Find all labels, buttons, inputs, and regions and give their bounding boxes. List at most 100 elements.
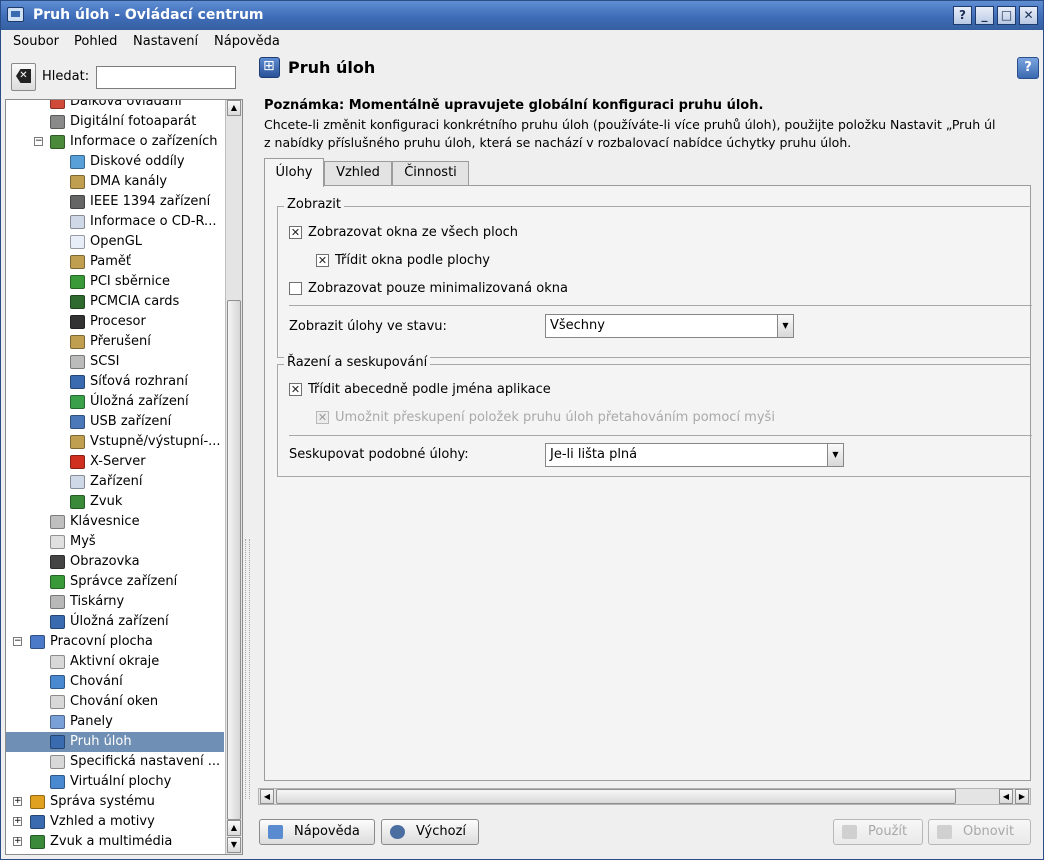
window-specific-icon <box>50 755 65 769</box>
tree-item[interactable]: Digitální fotoaparát <box>6 112 224 132</box>
menu-nastaveni[interactable]: Nastavení <box>133 34 198 49</box>
close-button[interactable]: ✕ <box>1019 6 1038 25</box>
tree-item[interactable]: Tiskárny <box>6 592 224 612</box>
tree-item[interactable]: DMA kanály <box>6 172 224 192</box>
tree-item[interactable]: Aktivní okraje <box>6 652 224 672</box>
tree-item[interactable]: PCI sběrnice <box>6 272 224 292</box>
tab-vzhled[interactable]: Vzhled <box>324 161 392 186</box>
tree-item[interactable]: − Pracovní plocha <box>6 632 224 652</box>
chevron-down-icon[interactable]: ▼ <box>827 444 843 466</box>
title-bar[interactable]: Pruh úloh - Ovládací centrum ? _ □ ✕ <box>1 1 1043 30</box>
tree-item[interactable]: Pruh úloh <box>6 732 224 752</box>
group-similar-select[interactable]: Je-li lišta plná ▼ <box>545 443 844 467</box>
maximize-button[interactable]: □ <box>997 6 1016 25</box>
tree-item[interactable]: Síťová rozhraní <box>6 372 224 392</box>
horizontal-scrollbar[interactable]: ◀ ◀ ▶ <box>258 788 1031 805</box>
tree-item[interactable]: SCSI <box>6 352 224 372</box>
tree-item-label: Tiskárny <box>70 594 125 609</box>
tree-item[interactable]: Úložná zařízení <box>6 612 224 632</box>
panel-splitter[interactable] <box>245 99 250 855</box>
reset-button[interactable]: Obnovit <box>928 819 1031 845</box>
scroll-right-icon[interactable]: ▶ <box>1015 789 1029 804</box>
tree-item-label: DMA kanály <box>90 174 168 189</box>
menu-soubor[interactable]: Soubor <box>13 34 59 49</box>
collapse-icon[interactable]: − <box>34 137 43 146</box>
scroll-left-icon[interactable]: ◀ <box>260 789 274 804</box>
defaults-button[interactable]: Výchozí <box>381 819 479 845</box>
allow-drag-checkbox[interactable]: ✕ <box>316 411 329 424</box>
note-title: Poznámka: Momentálně upravujete globální… <box>264 98 764 113</box>
cpu-icon <box>70 315 85 329</box>
scroll-down-icon[interactable]: ▼ <box>227 837 241 853</box>
tree-item-label: Informace o CD-R... <box>90 214 217 229</box>
camera-icon <box>50 115 65 129</box>
task-state-select[interactable]: Všechny ▼ <box>545 314 794 338</box>
sort-by-desktop-checkbox[interactable]: ✕ <box>316 254 329 267</box>
tree-item[interactable]: Myš <box>6 532 224 552</box>
tree-item[interactable]: Správce zařízení <box>6 572 224 592</box>
menu-pohled[interactable]: Pohled <box>74 34 117 49</box>
tree-item[interactable]: X-Server <box>6 452 224 472</box>
minimize-button[interactable]: _ <box>975 6 994 25</box>
tree-item[interactable]: Chování <box>6 672 224 692</box>
expand-icon[interactable]: + <box>13 817 22 826</box>
tree-item[interactable]: Panely <box>6 712 224 732</box>
apply-button[interactable]: Použít <box>833 819 923 845</box>
help-title-button[interactable]: ? <box>953 6 972 25</box>
tree-item[interactable]: Diskové oddíly <box>6 152 224 172</box>
collapse-icon[interactable]: − <box>13 637 22 646</box>
display-icon <box>50 555 65 569</box>
help-icon[interactable]: ? <box>1017 57 1039 79</box>
tree-item[interactable]: Obrazovka <box>6 552 224 572</box>
device-manager-icon <box>50 575 65 589</box>
control-center-icon[interactable] <box>7 7 24 22</box>
show-all-desktops-checkbox[interactable]: ✕ <box>289 226 302 239</box>
expand-icon[interactable]: + <box>13 797 22 806</box>
tree-item[interactable]: Chování oken <box>6 692 224 712</box>
tree-item[interactable]: Klávesnice <box>6 512 224 532</box>
tree-item[interactable]: − Informace o zařízeních <box>6 132 224 152</box>
chevron-down-icon[interactable]: ▼ <box>777 315 793 337</box>
tree-scroll-thumb[interactable] <box>227 300 241 820</box>
tree-item[interactable]: + Zvuk a multimédia <box>6 832 224 852</box>
tree-item[interactable]: IEEE 1394 zařízení <box>6 192 224 212</box>
tree-item[interactable]: Úložná zařízení <box>6 392 224 412</box>
expand-icon[interactable]: + <box>13 837 22 846</box>
clear-search-icon[interactable] <box>11 63 36 91</box>
tab-ulohy[interactable]: Úlohy <box>264 158 324 187</box>
tree-item-label: Správa systému <box>50 794 155 809</box>
tree-item[interactable]: + Vzhled a motivy <box>6 812 224 832</box>
tree-item[interactable]: Informace o CD-R... <box>6 212 224 232</box>
search-input[interactable] <box>96 66 236 89</box>
mouse-icon <box>50 535 65 549</box>
tree-scrollbar[interactable]: ▲ ▲ ▼ <box>225 100 242 854</box>
tree-item[interactable]: Virtuální plochy <box>6 772 224 792</box>
tree-item[interactable]: USB zařízení <box>6 412 224 432</box>
search-bar: Hledat: <box>1 59 246 95</box>
tree-item[interactable]: Vstupně/výstupní-... <box>6 432 224 452</box>
tab-cinnosti[interactable]: Činnosti <box>392 161 469 186</box>
tree-item[interactable]: Paměť <box>6 252 224 272</box>
tree-item[interactable]: Zařízení <box>6 472 224 492</box>
tree-item[interactable]: Dálková ovládání <box>6 100 224 112</box>
scroll-up-icon[interactable]: ▲ <box>227 100 241 116</box>
tree-item-label: Chování oken <box>70 694 159 709</box>
tree-item-label: Informace o zařízeních <box>70 134 218 149</box>
sort-alpha-checkbox[interactable]: ✕ <box>289 383 302 396</box>
tree-item[interactable]: Procesor <box>6 312 224 332</box>
scroll-left-lower-icon[interactable]: ◀ <box>999 789 1013 804</box>
help-button[interactable]: Nápověda <box>259 819 375 845</box>
horizontal-scroll-thumb[interactable] <box>276 789 956 804</box>
tree-item-label: Síťová rozhraní <box>90 374 188 389</box>
tree-item[interactable]: Specifická nastavení ... <box>6 752 224 772</box>
tree-item[interactable]: + Správa systému <box>6 792 224 812</box>
scroll-up-lower-icon[interactable]: ▲ <box>227 820 241 836</box>
only-minimized-checkbox[interactable] <box>289 282 302 295</box>
tree-item-label: Diskové oddíly <box>90 154 185 169</box>
tree-item-label: Vstupně/výstupní-... <box>90 434 221 449</box>
menu-napoveda[interactable]: Nápověda <box>214 34 280 49</box>
tree-item[interactable]: OpenGL <box>6 232 224 252</box>
tree-item[interactable]: Zvuk <box>6 492 224 512</box>
tree-item[interactable]: Přerušení <box>6 332 224 352</box>
tree-item[interactable]: PCMCIA cards <box>6 292 224 312</box>
